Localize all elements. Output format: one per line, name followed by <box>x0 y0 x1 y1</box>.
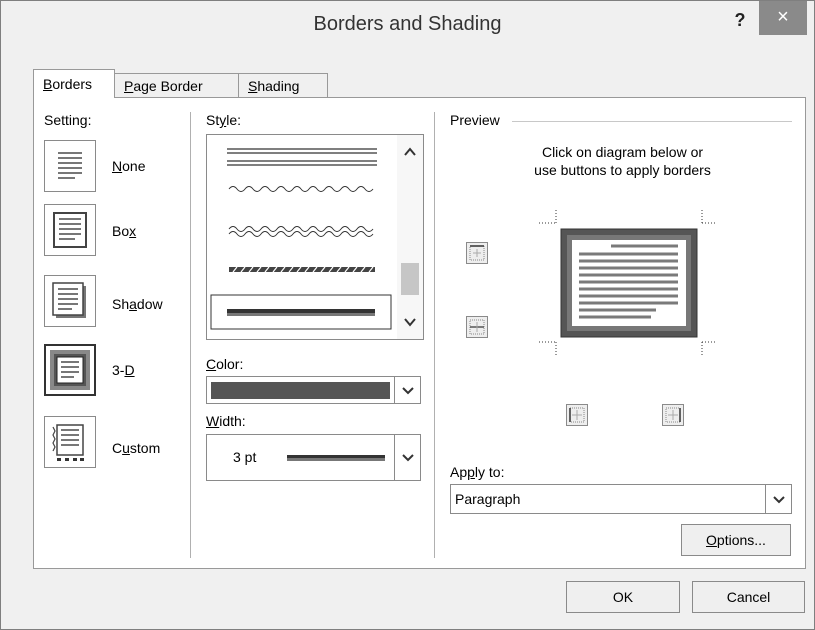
setting-none-icon[interactable] <box>44 140 96 192</box>
borders-and-shading-dialog: Borders and Shading ? × Borders Page Bor… <box>0 0 815 630</box>
preview-diagram[interactable] <box>539 210 719 360</box>
setting-none-label[interactable]: None <box>112 158 145 174</box>
apply-to-dropdown[interactable]: Paragraph <box>450 484 792 514</box>
apply-to-value: Paragraph <box>455 491 521 507</box>
borders-panel: Setting: None Box Shadow 3-D Custom Styl… <box>33 97 806 569</box>
style-scrollbar[interactable] <box>397 135 423 339</box>
style-scroll-thumb <box>401 263 419 295</box>
setting-shadow-label[interactable]: Shadow <box>112 296 163 312</box>
options-button[interactable]: Options... <box>681 524 791 556</box>
close-button[interactable]: × <box>759 1 807 35</box>
column-divider-right <box>434 112 435 558</box>
setting-3d-label[interactable]: 3-D <box>112 362 135 378</box>
setting-3d-icon[interactable] <box>44 344 96 396</box>
right-border-button[interactable] <box>662 404 684 426</box>
setting-custom-label[interactable]: Custom <box>112 440 160 456</box>
setting-custom-icon[interactable] <box>44 416 96 468</box>
width-value: 3 pt <box>233 449 257 465</box>
help-button[interactable]: ? <box>725 5 755 35</box>
column-divider-left <box>190 112 191 558</box>
tab-shading[interactable]: Shading <box>238 73 328 97</box>
width-dropdown[interactable]: 3 pt <box>206 434 421 481</box>
apply-to-dropdown-arrow[interactable] <box>765 485 791 513</box>
style-heading: Style: <box>206 112 242 128</box>
title-bar[interactable]: Borders and Shading ? × <box>1 1 814 45</box>
preview-rule <box>512 121 792 122</box>
window-title: Borders and Shading <box>313 13 502 35</box>
tab-borders[interactable]: Borders <box>33 69 115 98</box>
preview-instruction-line1: Click on diagram below or <box>541 144 704 160</box>
width-heading: Width: <box>206 413 246 429</box>
setting-box-icon[interactable] <box>44 204 96 256</box>
cancel-button[interactable]: Cancel <box>692 581 805 613</box>
preview-instruction-line2: use buttons to apply borders <box>534 162 711 178</box>
ok-button[interactable]: OK <box>566 581 680 613</box>
setting-box-label[interactable]: Box <box>112 223 136 239</box>
color-swatch <box>211 382 390 399</box>
left-border-button[interactable] <box>566 404 588 426</box>
setting-shadow-icon[interactable] <box>44 275 96 327</box>
inside-border-button[interactable] <box>466 316 488 338</box>
width-sample <box>287 455 385 461</box>
setting-heading: Setting: <box>44 112 92 128</box>
apply-to-heading: Apply to: <box>450 464 505 480</box>
color-dropdown-arrow[interactable] <box>394 377 420 403</box>
color-heading: Color: <box>206 356 244 372</box>
style-list[interactable] <box>206 134 424 340</box>
tab-page-border[interactable]: Page Border <box>114 73 239 97</box>
preview-heading: Preview <box>450 112 500 128</box>
width-dropdown-arrow[interactable] <box>394 435 420 480</box>
style-samples <box>210 148 392 330</box>
top-border-button[interactable] <box>466 242 488 264</box>
color-dropdown[interactable] <box>206 376 421 404</box>
